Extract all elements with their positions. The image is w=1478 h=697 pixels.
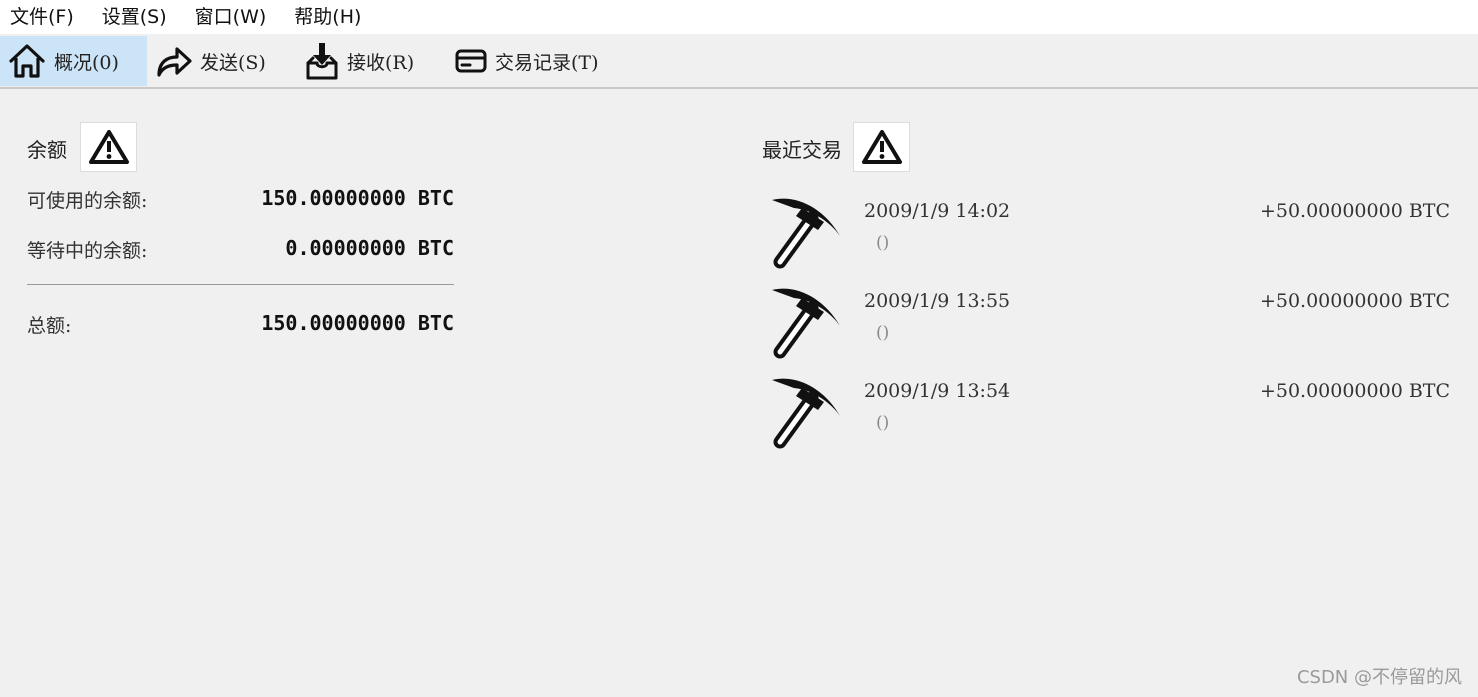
balance-divider — [27, 284, 454, 285]
menu-file[interactable]: 文件(F) — [0, 2, 88, 32]
tab-send-label: 发送(S) — [200, 51, 266, 74]
transaction-amount: +50.00000000 BTC — [1259, 380, 1450, 402]
watermark: CSDN @不停留的风 — [1296, 667, 1462, 688]
pending-balance-label: 等待中的余额: — [27, 240, 148, 262]
home-icon — [9, 44, 45, 78]
balance-title: 余额 — [27, 138, 67, 162]
transaction-amount: +50.00000000 BTC — [1259, 200, 1450, 222]
receive-inbox-icon — [306, 43, 338, 80]
transaction-amount: +50.00000000 BTC — [1259, 290, 1450, 312]
menu-help[interactable]: 帮助(H) — [284, 2, 375, 32]
transaction-row[interactable]: 2009/1/9 13:54 () +50.00000000 BTC — [762, 376, 1462, 466]
card-icon — [455, 49, 487, 73]
tab-send[interactable]: 发送(S) — [156, 36, 266, 86]
transaction-date: 2009/1/9 14:02 — [864, 200, 1011, 222]
menu-window[interactable]: 窗口(W) — [185, 2, 281, 32]
tab-receive[interactable]: 接收(R) — [305, 36, 414, 86]
tab-overview[interactable]: 概况(0) — [0, 36, 147, 86]
transaction-address: () — [876, 413, 890, 433]
total-balance-value: 150.00000000 BTC — [261, 311, 454, 335]
recent-transactions-title: 最近交易 — [762, 138, 842, 162]
total-balance-label: 总额: — [27, 315, 72, 337]
tab-receive-label: 接收(R) — [347, 51, 415, 74]
available-balance-label: 可使用的余额: — [27, 190, 148, 212]
tab-transactions-label: 交易记录(T) — [495, 51, 599, 74]
tab-transactions[interactable]: 交易记录(T) — [455, 36, 599, 86]
warning-icon — [861, 130, 902, 164]
transaction-date: 2009/1/9 13:54 — [864, 380, 1011, 402]
pickaxe-mined-icon — [772, 378, 840, 449]
transaction-date: 2009/1/9 13:55 — [864, 290, 1011, 312]
tab-overview-label: 概况(0) — [54, 51, 119, 74]
transaction-row[interactable]: 2009/1/9 13:55 () +50.00000000 BTC — [762, 286, 1462, 376]
available-balance-value: 150.00000000 BTC — [261, 186, 454, 210]
warning-icon — [88, 130, 129, 164]
menu-bar: 文件(F) 设置(S) 窗口(W) 帮助(H) — [0, 0, 1478, 34]
transaction-row[interactable]: 2009/1/9 14:02 () +50.00000000 BTC — [762, 196, 1462, 286]
balance-warning-button[interactable] — [80, 122, 137, 172]
pickaxe-mined-icon — [772, 288, 840, 359]
recent-warning-button[interactable] — [853, 122, 910, 172]
menu-settings[interactable]: 设置(S) — [92, 2, 181, 32]
toolbar: 概况(0) 发送(S) 接收(R) 交易记录(T) — [0, 34, 1478, 89]
pickaxe-mined-icon — [772, 198, 840, 269]
send-arrow-icon — [157, 47, 192, 77]
transaction-address: () — [876, 233, 890, 253]
transaction-address: () — [876, 323, 890, 343]
pending-balance-value: 0.00000000 BTC — [285, 236, 454, 260]
